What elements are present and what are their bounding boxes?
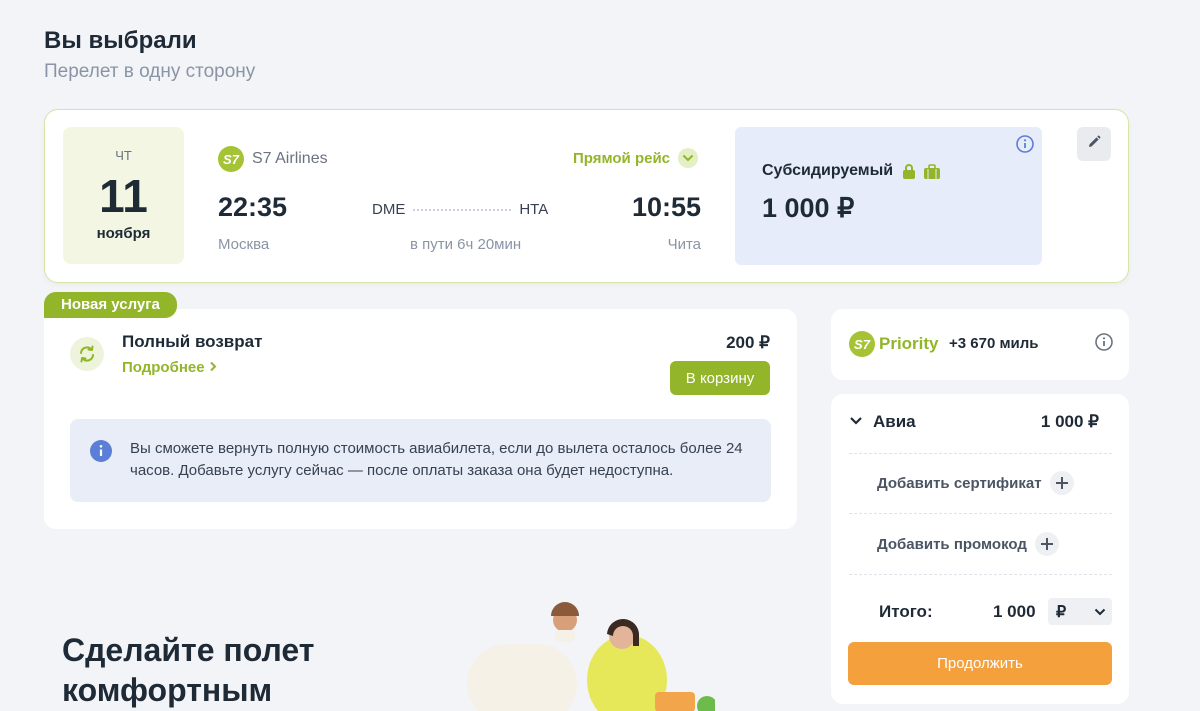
baggage-icons: [901, 164, 941, 185]
fare-name: Субсидируемый: [762, 162, 894, 179]
fare-price: 1 000 ₽: [762, 193, 855, 223]
pencil-icon: [1087, 135, 1101, 154]
service-card: Полный возврат Подробнее 200 ₽ В корзину…: [44, 309, 797, 529]
page-subtitle: Перелет в одну сторону: [44, 61, 256, 82]
add-promocode-button[interactable]: Добавить промокод: [877, 532, 1059, 556]
divider: [849, 513, 1112, 514]
page-title: Вы выбрали: [44, 27, 197, 54]
chevron-down-icon: [849, 413, 863, 431]
flight-card: ЧТ 11 ноября S7 S7 Airlines Прямой рейс …: [44, 109, 1129, 283]
promo-title: Сделайте полет комфортным: [62, 632, 315, 708]
chevron-down-icon: [1094, 603, 1106, 621]
avia-label: Авиа: [873, 412, 916, 431]
flight-type-label: Прямой рейс: [573, 149, 671, 167]
order-summary: Авиа 1 000 ₽ Добавить сертификат Добавит…: [831, 394, 1129, 704]
passengers-illustration: [455, 600, 717, 711]
currency-value: ₽: [1056, 603, 1067, 621]
flight-type-toggle[interactable]: Прямой рейс: [573, 148, 699, 168]
hand-luggage-icon: [901, 164, 917, 185]
priority-brand: Priority: [879, 334, 939, 353]
plus-icon: [1049, 471, 1074, 495]
departure-time: 22:35: [218, 192, 288, 222]
suitcase-icon: [923, 164, 941, 185]
total-label: Итого:: [879, 602, 933, 621]
total-value: 1 000: [993, 602, 1036, 621]
info-icon[interactable]: [1095, 333, 1113, 356]
avia-row[interactable]: Авиа 1 000 ₽: [849, 412, 1111, 432]
add-certificate-label: Добавить сертификат: [877, 474, 1042, 492]
flight-duration: в пути 6ч 20мин: [410, 236, 522, 253]
s7-logo-icon: S7: [849, 331, 875, 357]
fare-box: Субсидируемый 1 000 ₽: [735, 127, 1042, 265]
priority-logo: S7 Priority: [849, 331, 939, 357]
priority-miles: +3 670 миль: [949, 335, 1039, 352]
info-filled-icon: [90, 440, 112, 467]
departure-code: DME: [372, 201, 406, 218]
avia-price: 1 000 ₽: [1040, 412, 1099, 431]
refresh-icon: [70, 337, 104, 371]
date-day-of-week: ЧТ: [115, 148, 132, 163]
edit-button[interactable]: [1077, 127, 1111, 161]
more-link[interactable]: Подробнее: [122, 359, 217, 376]
info-icon[interactable]: [1016, 135, 1034, 158]
date-day: 11: [99, 170, 148, 222]
arrival-city: Чита: [667, 236, 701, 253]
priority-card: S7 Priority +3 670 миль: [831, 309, 1129, 380]
route-line: [413, 208, 512, 211]
more-link-label: Подробнее: [122, 359, 205, 376]
s7-logo-icon: S7: [218, 146, 244, 172]
chevron-right-icon: [209, 359, 217, 376]
add-promocode-label: Добавить промокод: [877, 535, 1027, 553]
notice-box: Вы сможете вернуть полную стоимость авиа…: [70, 419, 771, 502]
add-certificate-button[interactable]: Добавить сертификат: [877, 471, 1074, 495]
notice-text: Вы сможете вернуть полную стоимость авиа…: [130, 440, 743, 479]
currency-select[interactable]: ₽: [1048, 598, 1112, 625]
new-service-badge: Новая услуга: [44, 292, 177, 318]
airline: S7 S7 Airlines: [218, 146, 328, 172]
service-title: Полный возврат: [122, 332, 263, 351]
date-box: ЧТ 11 ноября: [63, 127, 184, 264]
arrival-code: HTA: [519, 201, 549, 218]
add-to-cart-button[interactable]: В корзину: [670, 361, 770, 395]
divider: [849, 453, 1112, 454]
airline-name: S7 Airlines: [252, 150, 328, 167]
arrival-time: 10:55: [631, 192, 701, 222]
continue-button[interactable]: Продолжить: [848, 642, 1112, 685]
service-price: 200 ₽: [726, 333, 770, 352]
chevron-down-icon: [678, 148, 699, 168]
divider: [849, 574, 1112, 575]
plus-icon: [1034, 532, 1059, 556]
departure-city: Москва: [218, 236, 270, 253]
route: DME HTA: [372, 201, 548, 218]
date-month: ноября: [96, 225, 151, 242]
